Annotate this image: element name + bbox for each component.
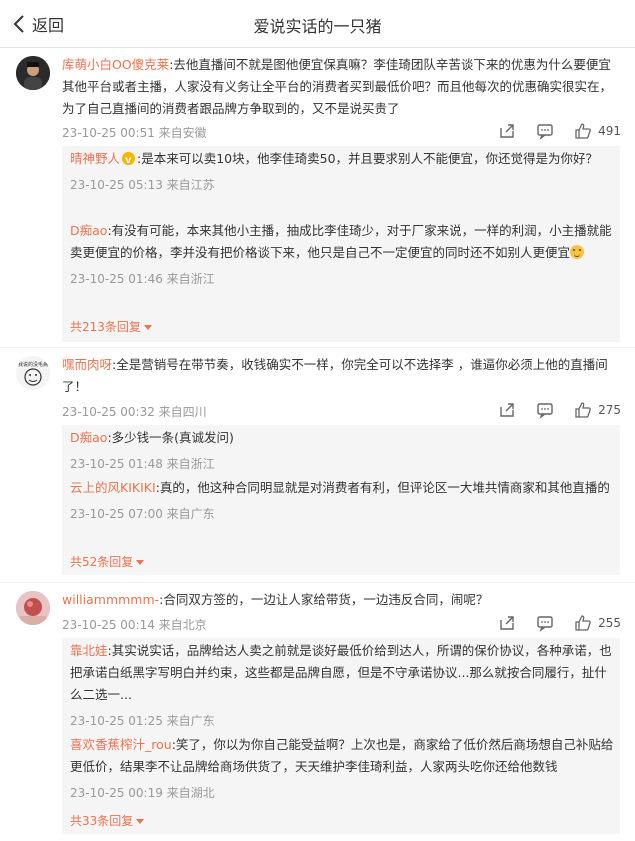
reply-item: 喜欢香蕉榨汁_rou:笑了，你以为你自己能受益啊？上次也是，商家给了低价然后商场… [70,734,615,801]
avatar-image-icon [16,56,50,90]
avatar[interactable] [16,56,50,90]
comment-item: williammmmm-:合同双方签的，一边让人家给带货，一边违反合同，闹呢？ … [0,583,635,841]
reply-item: 靠北娃:其实说实话，品牌给达人卖之前就是谈好最低价给到达人，所谓的保价协议，各种… [70,640,615,729]
more-replies-label: 共33条回复 [70,814,134,828]
like-count: 255 [598,616,621,630]
comment-username[interactable]: 库萌小白OO傻克莱 [62,57,169,72]
reply-item: 晴神野人:是本来可以卖10块，他李佳琦卖50，并且要求别人不能便宜，你还觉得是为… [70,148,615,193]
reply-meta: 23-10-25 00:19 来自湖北 [70,786,215,800]
reply-meta: 23-10-25 01:25 来自广东 [70,714,215,728]
comment-icon[interactable] [536,122,554,140]
more-replies-label: 共213条回复 [70,320,141,334]
emoji-icon [570,245,585,259]
caret-down-icon [136,819,145,824]
comment-icon[interactable] [536,401,554,419]
reply-text: 云上的风KIKIKI:真的，他这种合同明显就是对消费者有利，但评论区一大堆共情商… [70,480,610,495]
reply-text: D痴ao:有没有可能，本来其他小主播，抽成比李佳琦少，对于厂家来说，一样的利润，… [70,223,612,260]
share-icon[interactable] [498,401,516,419]
comment-actions: 275 [498,401,621,419]
avatar[interactable] [16,591,50,625]
more-replies-button[interactable]: 共52条回复 [70,553,145,570]
comment-actions: 255 [498,614,621,632]
comment-item: 我说的没毛病 嘿而肉呀:全是营销号在带节奏，收钱确实不一样，你完全可以不选择李 … [0,348,635,581]
more-replies-button[interactable]: 共213条回复 [70,318,152,335]
reply-meta: 23-10-25 01:48 来自浙江 [70,457,215,471]
like-count: 275 [598,403,621,417]
reply-username[interactable]: D痴ao [70,430,107,445]
comment-meta: 23-10-25 00:32 来自四川 [62,405,207,419]
svg-text:我说的没毛病: 我说的没毛病 [18,361,48,368]
avatar-image-icon: 我说的没毛病 [16,356,50,390]
comment-meta: 23-10-25 00:51 来自安徽 [62,126,207,140]
reply-text: D痴ao:多少钱一条(真诚发问) [70,430,234,445]
comment-username[interactable]: 嘿而肉呀 [62,357,112,372]
thumbs-up-icon [575,615,591,631]
caret-down-icon [143,325,152,330]
share-icon[interactable] [498,614,516,632]
top-bar: 返回 爱说实话的一只猪 [0,0,635,48]
like-button[interactable]: 255 [574,614,621,632]
comment-item: 库萌小白OO傻克莱:去他直播间不就是图他便宜保真嘛？李佳琦团队辛苦谈下来的优惠为… [0,48,635,350]
page-title: 爱说实话的一只猪 [253,17,382,36]
comment-meta: 23-10-25 00:14 来自北京 [62,618,207,632]
reply-username[interactable]: 云上的风KIKIKI [70,480,156,495]
reply-box: 晴神野人:是本来可以卖10块，他李佳琦卖50，并且要求别人不能便宜，你还觉得是为… [62,146,620,342]
reply-text: 晴神野人:是本来可以卖10块，他李佳琦卖50，并且要求别人不能便宜，你还觉得是为… [70,148,615,172]
comment-icon[interactable] [536,614,554,632]
reply-meta: 23-10-25 01:46 来自浙江 [70,272,215,286]
reply-username[interactable]: 靠北娃 [70,643,108,658]
reply-username[interactable]: 晴神野人 [70,151,120,166]
reply-text: 喜欢香蕉榨汁_rou:笑了，你以为你自己能受益啊？上次也是，商家给了低价然后商场… [70,737,614,774]
thumbs-up-icon [575,123,591,139]
reply-meta: 23-10-25 07:00 来自广东 [70,507,215,521]
reply-box: 靠北娃:其实说实话，品牌给达人卖之前就是谈好最低价给到达人，所谓的保价协议，各种… [62,638,620,834]
avatar-image-icon [16,591,50,625]
reply-text: 靠北娃:其实说实话，品牌给达人卖之前就是谈好最低价给到达人，所谓的保价协议，各种… [70,643,612,702]
share-icon[interactable] [498,122,516,140]
comment-text: 库萌小白OO傻克莱:去他直播间不就是图他便宜保真嘛？李佳琦团队辛苦谈下来的优惠为… [62,57,613,116]
comment-text: 嘿而肉呀:全是营销号在带节奏，收钱确实不一样，你完全可以不选择李 ，谁逼你必须上… [62,357,608,394]
more-replies-button[interactable]: 共33条回复 [70,812,145,829]
comment-actions: 491 [498,122,621,140]
reply-box: D痴ao:多少钱一条(真诚发问) 23-10-25 01:48 来自浙江 云上的… [62,425,620,575]
reply-item: 云上的风KIKIKI:真的，他这种合同明显就是对消费者有利，但评论区一大堆共情商… [70,477,615,522]
reply-meta: 23-10-25 05:13 来自江苏 [70,178,215,192]
reply-item: D痴ao:有没有可能，本来其他小主播，抽成比李佳琦少，对于厂家来说，一样的利润，… [70,220,615,287]
avatar[interactable]: 我说的没毛病 [16,356,50,390]
reply-username[interactable]: 喜欢香蕉榨汁_rou [70,737,172,752]
caret-down-icon [136,560,145,565]
thumbs-up-icon [575,402,591,418]
comment-username[interactable]: williammmmm- [62,592,159,607]
verified-badge-icon [122,150,136,172]
comment-text: williammmmm-:合同双方签的，一边让人家给带货，一边违反合同，闹呢？ [62,592,489,607]
like-count: 491 [598,124,621,138]
reply-username[interactable]: D痴ao [70,223,107,238]
like-button[interactable]: 491 [574,122,621,140]
more-replies-label: 共52条回复 [70,555,134,569]
reply-item: D痴ao:多少钱一条(真诚发问) 23-10-25 01:48 来自浙江 [70,427,615,472]
like-button[interactable]: 275 [574,401,621,419]
